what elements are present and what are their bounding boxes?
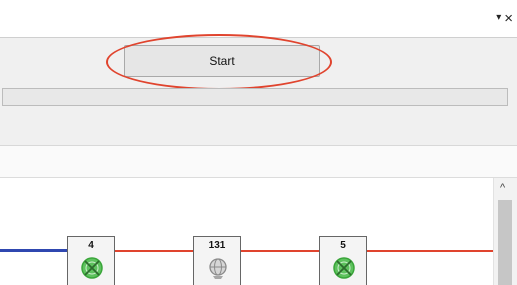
network-node[interactable]: 5 bbox=[319, 236, 367, 285]
scroll-up-icon[interactable]: ^ bbox=[500, 182, 505, 194]
link-line bbox=[366, 250, 493, 252]
link-line bbox=[114, 250, 193, 252]
view-header bbox=[0, 146, 517, 178]
window-controls: ▾ × bbox=[496, 8, 513, 28]
link-line bbox=[240, 250, 319, 252]
network-node[interactable]: 4 bbox=[67, 236, 115, 285]
scroll-thumb[interactable] bbox=[498, 200, 512, 285]
start-button[interactable]: Start bbox=[124, 45, 320, 77]
progress-bar bbox=[2, 88, 508, 106]
gray-globe-icon bbox=[209, 258, 227, 279]
pane-menu-dropdown-icon[interactable]: ▾ bbox=[496, 13, 501, 23]
vertical-scrollbar[interactable]: ^ bbox=[493, 178, 517, 285]
green-crossed-circle-icon bbox=[81, 257, 103, 279]
node-label: 5 bbox=[340, 240, 346, 251]
close-icon[interactable]: × bbox=[504, 11, 513, 26]
network-node[interactable]: 131 bbox=[193, 236, 241, 285]
node-label: 4 bbox=[88, 240, 94, 251]
active-link-line bbox=[0, 249, 67, 252]
node-label: 131 bbox=[208, 240, 226, 251]
green-crossed-circle-icon bbox=[333, 257, 355, 279]
pane-title-bar: ▾ × bbox=[0, 0, 517, 38]
